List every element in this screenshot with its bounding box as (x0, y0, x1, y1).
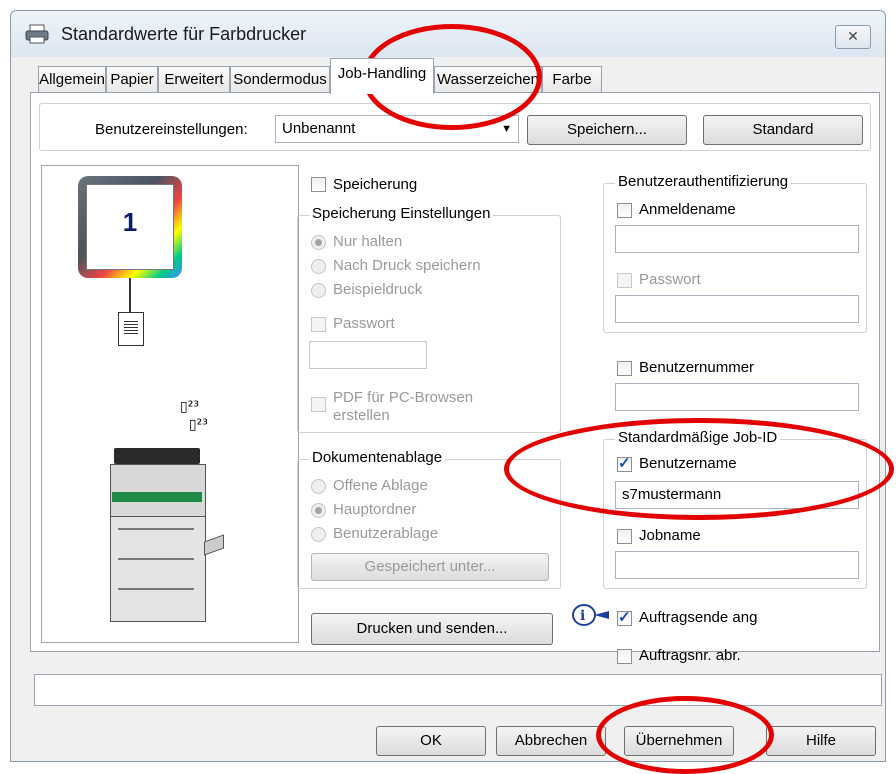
radio-store-after-print[interactable] (311, 259, 326, 274)
pdf-browse-checkbox[interactable] (311, 397, 326, 412)
user-folder-label: Benutzerablage (333, 525, 439, 542)
hold-only-label: Nur halten (333, 233, 403, 250)
close-button[interactable]: ✕ (835, 25, 871, 49)
pdf-browse-label-line1: PDF für PC-Browsen (333, 389, 474, 406)
username-value: s7mustermann (622, 486, 722, 503)
apply-button[interactable]: Übernehmen (624, 726, 734, 756)
sample-print-label: Beispieldruck (333, 281, 423, 298)
default-button[interactable]: Standard (703, 115, 863, 145)
page-number: 1 (122, 207, 138, 237)
main-folder-label: Hauptordner (333, 501, 417, 518)
check-icon: ✓ (618, 455, 631, 472)
job-end-label: Auftragsende ang (639, 609, 758, 626)
storage-password-input[interactable] (309, 341, 427, 369)
job-number-checkbox[interactable] (617, 649, 632, 664)
job-handling-panel: Benutzereinstellungen: Unbenannt ▼ Speic… (30, 92, 880, 664)
store-after-print-label: Nach Druck speichern (333, 257, 481, 274)
user-auth-title: Benutzerauthentifizierung (615, 173, 792, 190)
tab-papier[interactable]: Papier (106, 66, 158, 92)
printer-icon (25, 24, 49, 48)
info-icon[interactable]: i (571, 603, 615, 633)
user-number-checkbox[interactable] (617, 361, 632, 376)
help-button[interactable]: Hilfe (766, 726, 876, 756)
storage-settings-title: Speicherung Einstellungen (309, 205, 494, 222)
tab-erweitert[interactable]: Erweitert (158, 66, 230, 92)
user-number-input[interactable] (615, 383, 859, 411)
saved-under-button[interactable]: Gespeichert unter... (311, 553, 549, 581)
title-bar: Standardwerte für Farbdrucker ✕ (11, 11, 885, 57)
window-title: Standardwerte für Farbdrucker (61, 24, 307, 44)
tab-farbe[interactable]: Farbe (542, 66, 602, 92)
auth-password-checkbox[interactable] (617, 273, 632, 288)
copier-machine-icon (108, 448, 224, 622)
tab-wasserzeichen[interactable]: Wasserzeichen (434, 66, 542, 92)
cancel-button[interactable]: Abbrechen (496, 726, 606, 756)
radio-public-folder[interactable] (311, 479, 326, 494)
radio-main-folder[interactable] (311, 503, 326, 518)
public-folder-label: Offene Ablage (333, 477, 428, 494)
jobname-label: Jobname (639, 527, 701, 544)
check-icon: ✓ (618, 609, 631, 626)
login-name-checkbox[interactable] (617, 203, 632, 218)
auth-password-label: Passwort (639, 271, 701, 288)
radio-hold-only[interactable] (311, 235, 326, 250)
tab-sondermodus[interactable]: Sondermodus (230, 66, 330, 92)
chevron-down-icon: ▼ (501, 123, 512, 135)
user-settings-value: Unbenannt (282, 120, 356, 137)
user-number-label: Benutzernummer (639, 359, 755, 376)
default-job-id-title: Standardmäßige Job-ID (615, 429, 781, 446)
document-icon (118, 312, 144, 346)
jobname-input[interactable] (615, 551, 859, 579)
auth-password-input[interactable] (615, 295, 859, 323)
pdf-browse-label-line2: erstellen (333, 407, 390, 424)
ok-button[interactable]: OK (376, 726, 486, 756)
collate-sets-icon: ▯²³ ▯²³ (180, 399, 208, 433)
login-name-label: Anmeldename (639, 201, 736, 218)
job-number-label: Auftragsnr. abr. (639, 647, 741, 664)
document-filing-title: Dokumentenablage (309, 449, 446, 466)
storage-checkbox[interactable] (311, 177, 326, 192)
job-end-checkbox[interactable]: ✓ (617, 609, 632, 626)
tab-job-handling[interactable]: Job-Handling (330, 58, 434, 94)
login-name-input[interactable] (615, 225, 859, 253)
jobname-checkbox[interactable] (617, 529, 632, 544)
storage-password-label: Passwort (333, 315, 395, 332)
tab-allgemein[interactable]: Allgemein (38, 66, 106, 92)
print-and-send-button[interactable]: Drucken und senden... (311, 613, 553, 645)
save-settings-button[interactable]: Speichern... (527, 115, 687, 145)
storage-password-checkbox[interactable] (311, 317, 326, 332)
user-settings-select[interactable]: Unbenannt ▼ (275, 115, 519, 143)
username-checkbox[interactable]: ✓ (617, 455, 632, 472)
username-input[interactable]: s7mustermann (615, 481, 859, 509)
radio-sample-print[interactable] (311, 283, 326, 298)
page-frame-icon: 1 (78, 176, 182, 278)
storage-label: Speicherung (333, 176, 418, 193)
status-strip (34, 674, 882, 706)
close-icon: ✕ (847, 28, 859, 44)
svg-text:i: i (580, 608, 585, 624)
preview-area: 1 ▯²³ ▯²³ (41, 165, 299, 643)
radio-user-folder[interactable] (311, 527, 326, 542)
user-settings-label: Benutzereinstellungen: (95, 121, 248, 138)
username-label: Benutzername (639, 455, 737, 472)
